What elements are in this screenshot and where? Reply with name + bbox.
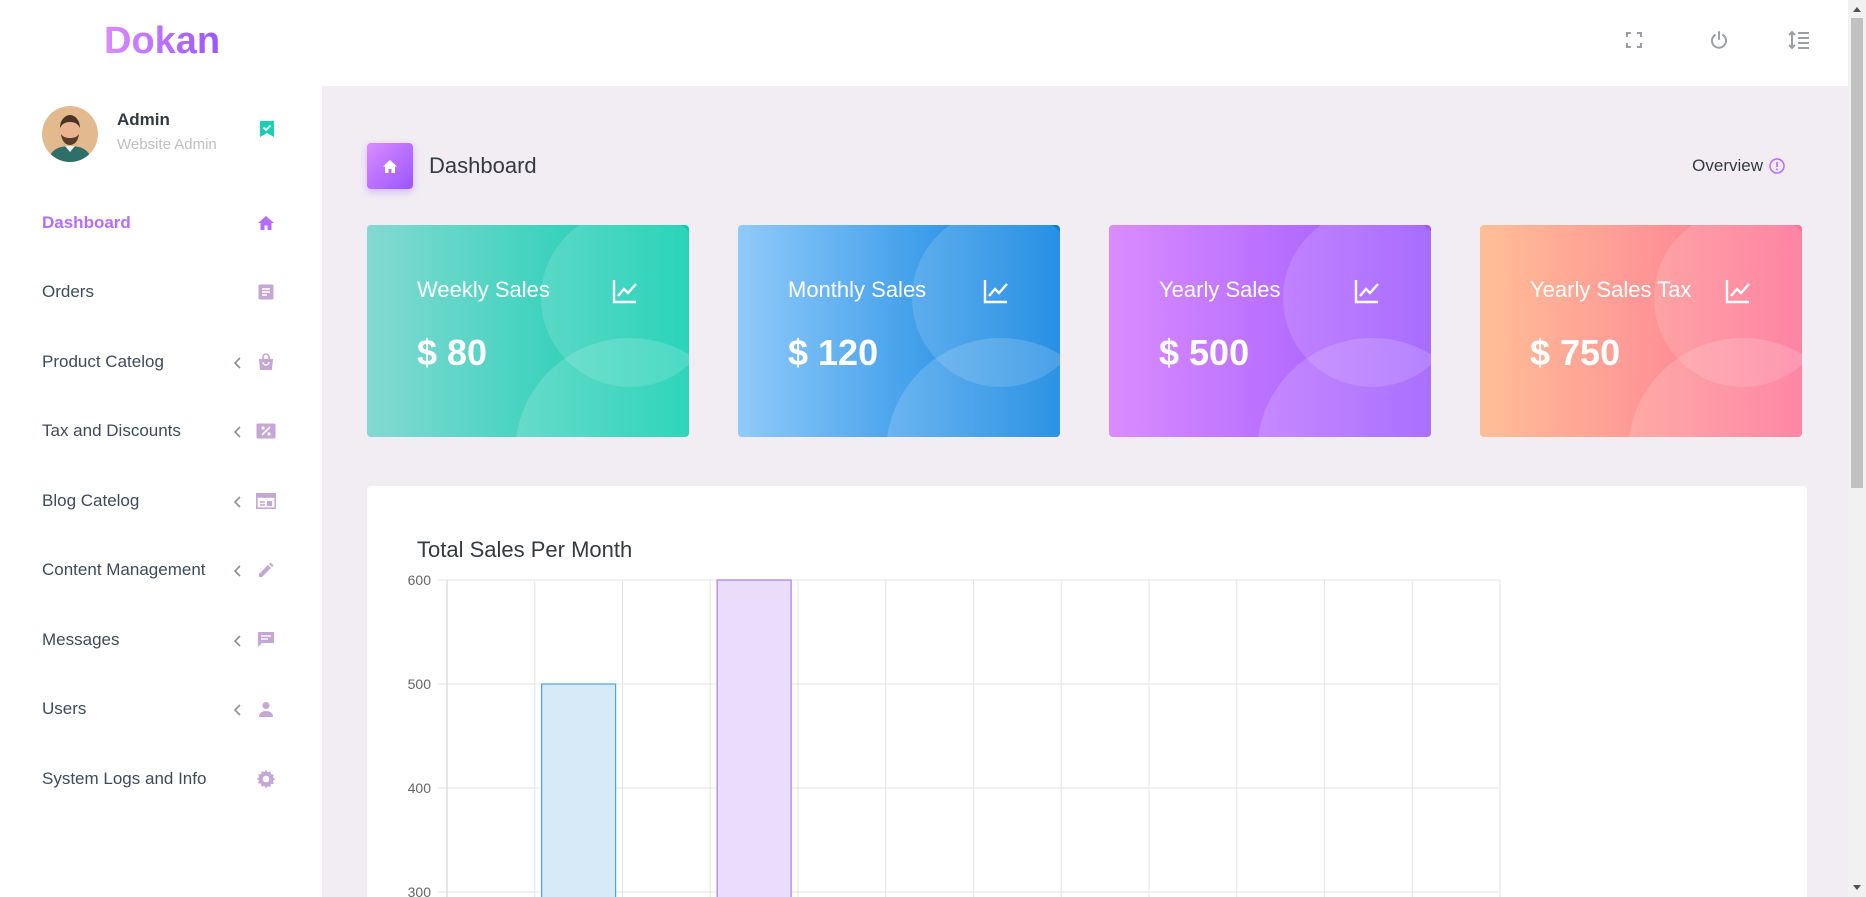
sidebar-item-label: Product Catelog [42, 351, 164, 371]
sales-bar-chart: 300 400 500 600 [408, 572, 1501, 897]
profile[interactable]: Admin Website Admin [42, 106, 282, 166]
card-decoration [1257, 338, 1431, 437]
card-value: $ 500 [1159, 332, 1250, 373]
y-tick-label: 300 [408, 884, 432, 897]
bookmark-check-icon [259, 120, 275, 138]
sidebar-item-label: Tax and Discounts [42, 421, 181, 441]
profile-role: Website Admin [117, 136, 217, 153]
message-icon [256, 630, 276, 650]
card-title: Yearly Sales [1159, 277, 1281, 302]
chevron-left-icon[interactable] [232, 634, 244, 647]
chevron-left-icon[interactable] [232, 564, 244, 577]
y-tick-label: 600 [408, 572, 432, 588]
sidebar-item-label: System Logs and Info [42, 768, 207, 788]
top-navbar: Dokan [0, 0, 1848, 86]
card-value: $ 80 [417, 332, 488, 373]
sidebar-item-product-catelog[interactable]: Product Catelog [0, 327, 322, 397]
sidebar-item-content-management[interactable]: Content Management [0, 536, 322, 606]
stat-card-weekly-sales[interactable]: Weekly Sales $ 80 [367, 225, 689, 437]
card-decoration [886, 338, 1060, 437]
chart-line-icon [611, 277, 639, 305]
sidebar-item-messages[interactable]: Messages [0, 605, 322, 675]
chevron-left-icon[interactable] [232, 495, 244, 508]
profile-name: Admin [117, 110, 170, 129]
chart-card: Total Sales Per Month 300 400 500 600 [367, 486, 1807, 897]
sidebar-item-label: Messages [42, 629, 120, 649]
sidebar-item-system-logs-and-info[interactable]: System Logs and Info [0, 744, 322, 814]
power-icon[interactable] [1705, 26, 1733, 54]
scrollbar-thumb[interactable] [1851, 18, 1863, 488]
stat-card-yearly-sales-tax[interactable]: Yearly Sales Tax $ 750 [1480, 225, 1802, 437]
card-decoration [515, 338, 689, 437]
blog-layout-icon [256, 491, 276, 511]
stat-card-monthly-sales[interactable]: Monthly Sales $ 120 [738, 225, 1060, 437]
user-icon [256, 699, 276, 719]
info-icon [1769, 158, 1785, 174]
percent-icon [256, 421, 276, 441]
sidebar-item-orders[interactable]: Orders [0, 258, 322, 328]
card-title: Yearly Sales Tax [1530, 277, 1692, 302]
clipboard-icon [256, 282, 276, 302]
chart-line-icon [982, 277, 1010, 305]
sidebar-item-label: Blog Catelog [42, 490, 140, 510]
chevron-left-icon[interactable] [232, 425, 244, 438]
y-tick-label: 500 [408, 676, 432, 692]
chevron-left-icon[interactable] [232, 703, 244, 716]
gear-icon [256, 769, 276, 789]
scrollbar[interactable] [1848, 0, 1866, 897]
fullscreen-icon[interactable] [1620, 26, 1648, 54]
y-tick-label: 400 [408, 780, 432, 796]
brand-logo[interactable]: Dokan [104, 20, 220, 63]
sidebar-item-dashboard[interactable]: Dashboard [0, 188, 322, 258]
sidebar-item-blog-catelog[interactable]: Blog Catelog [0, 466, 322, 536]
page-title: Dashboard [429, 153, 537, 178]
sidebar-item-label: Dashboard [42, 212, 131, 232]
overview-label: Overview [1692, 156, 1763, 175]
card-decoration [1628, 338, 1802, 437]
home-icon [367, 143, 413, 189]
card-value: $ 750 [1530, 332, 1621, 373]
scroll-down-icon[interactable] [1848, 879, 1866, 897]
stat-cards: Weekly Sales $ 80 Monthly Sales $ 120 Yearly… [367, 225, 1807, 437]
main-content: Dashboard Overview Weekly Sales $ 80 Month… [322, 86, 1848, 897]
avatar[interactable] [42, 106, 98, 162]
sidebar: Admin Website Admin Dashboard Orders Produ… [0, 86, 322, 897]
stat-card-yearly-sales[interactable]: Yearly Sales $ 500 [1109, 225, 1431, 437]
home-icon [256, 213, 276, 233]
sidebar-item-label: Content Management [42, 560, 206, 580]
sidebar-nav: Dashboard Orders Product Catelog Tax and Di… [0, 188, 322, 814]
chart-line-icon [1353, 277, 1381, 305]
sort-lines-icon[interactable] [1785, 26, 1813, 54]
card-value: $ 120 [788, 332, 879, 373]
pencil-icon [256, 560, 276, 580]
card-title: Monthly Sales [788, 277, 927, 302]
chart-bar [541, 683, 617, 897]
overview-link[interactable]: Overview [1692, 156, 1785, 176]
sidebar-item-tax-and-discounts[interactable]: Tax and Discounts [0, 397, 322, 467]
card-title: Weekly Sales [417, 277, 550, 302]
sidebar-item-users[interactable]: Users [0, 675, 322, 745]
shopping-bag-icon [256, 352, 276, 372]
chart-line-icon [1724, 277, 1752, 305]
sidebar-item-label: Orders [42, 282, 94, 302]
page-header: Dashboard Overview [367, 143, 1807, 189]
scroll-up-icon[interactable] [1848, 0, 1866, 18]
sidebar-item-label: Users [42, 699, 87, 719]
chevron-left-icon[interactable] [232, 356, 244, 369]
chart-bar [716, 579, 792, 897]
